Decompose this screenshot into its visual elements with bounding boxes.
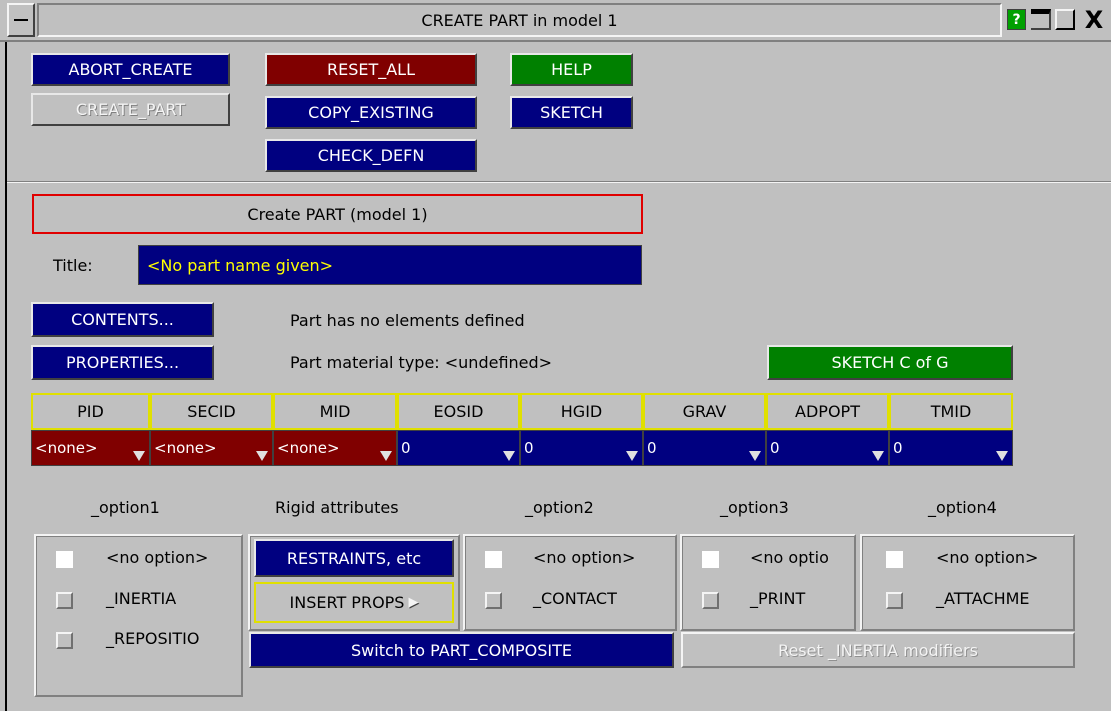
dropdown-arrow-icon [626, 451, 638, 461]
insert-props-label: INSERT PROPS [289, 593, 405, 612]
mid-select[interactable]: <none> [273, 430, 397, 466]
title-bar[interactable]: CREATE PART in model 1 ? X [0, 0, 1111, 42]
option3-print-checkbox[interactable] [702, 592, 719, 609]
field-header-tmid: TMID [889, 393, 1013, 430]
field-header-hgid: HGID [520, 393, 643, 430]
create-part-button[interactable]: CREATE_PART [31, 93, 230, 126]
option1-reposition-label: _REPOSITIO [106, 629, 200, 648]
mid-value: <none> [277, 439, 340, 457]
menu-dash-icon [14, 19, 28, 21]
field-header-grav: GRAV [643, 393, 766, 430]
tmid-select[interactable]: 0 [889, 430, 1013, 466]
check-defn-button[interactable]: CHECK_DEFN [265, 139, 477, 172]
field-header-mid: MID [273, 393, 397, 430]
option1-inertia-label: _INERTIA [106, 589, 177, 608]
dropdown-arrow-icon [872, 451, 884, 461]
option3-no-option-checkbox[interactable] [702, 551, 719, 568]
window-menu-button[interactable] [7, 3, 35, 37]
toolbar-separator [7, 181, 1111, 183]
close-icon[interactable]: X [1080, 6, 1108, 34]
dropdown-arrow-icon [996, 451, 1008, 461]
secid-select[interactable]: <none> [150, 430, 273, 466]
field-header-pid: PID [31, 393, 150, 430]
option2-no-option-checkbox[interactable] [485, 551, 502, 568]
field-header-secid: SECID [150, 393, 273, 430]
dropdown-arrow-icon [749, 451, 761, 461]
part-header-box: Create PART (model 1) [32, 194, 643, 234]
field-header-eosid: EOSID [397, 393, 520, 430]
option1-group: <no option> _INERTIA _REPOSITIO [34, 534, 243, 697]
option3-print-label: _PRINT [750, 589, 806, 608]
sketch-button[interactable]: SKETCH [510, 96, 633, 129]
adpopt-select[interactable]: 0 [766, 430, 889, 466]
option2-heading: _option2 [525, 498, 594, 517]
option1-heading: _option1 [91, 498, 160, 517]
option4-heading: _option4 [928, 498, 997, 517]
option4-attachment-label: _ATTACHME [936, 589, 1030, 608]
option3-no-option-label: <no optio [750, 548, 829, 567]
title-input[interactable]: <No part name given> [138, 245, 642, 285]
pid-value: <none> [35, 439, 98, 457]
reset-all-button[interactable]: RESET_ALL [265, 53, 477, 86]
reset-inertia-label: Reset _INERTIA modifiers [778, 640, 978, 660]
title-field: CREATE PART in model 1 [37, 3, 1002, 37]
pid-select[interactable]: <none> [31, 430, 150, 466]
eosid-select[interactable]: 0 [397, 430, 520, 466]
abort-create-button[interactable]: ABORT_CREATE [31, 53, 230, 86]
option2-no-option-label: <no option> [533, 548, 636, 567]
part-header-text: Create PART (model 1) [247, 204, 428, 224]
dropdown-arrow-icon [256, 451, 268, 461]
grav-value: 0 [647, 439, 657, 457]
grav-select[interactable]: 0 [643, 430, 766, 466]
option4-no-option-checkbox[interactable] [886, 551, 903, 568]
secid-value: <none> [154, 439, 217, 457]
option4-group: <no option> _ATTACHME [860, 534, 1075, 631]
option1-reposition-checkbox[interactable] [56, 632, 73, 649]
eosid-value: 0 [401, 439, 411, 457]
minimize-icon[interactable] [1031, 9, 1051, 30]
field-header-adpopt: ADPOPT [766, 393, 889, 430]
option2-contact-label: _CONTACT [533, 589, 617, 608]
option1-no-option-label: <no option> [106, 548, 209, 567]
restraints-button[interactable]: RESTRAINTS, etc [254, 539, 454, 577]
reset-inertia-button: Reset _INERTIA modifiers [681, 632, 1075, 668]
option1-inertia-checkbox[interactable] [56, 592, 73, 609]
dropdown-arrow-icon [503, 451, 515, 461]
window-left-border [5, 42, 7, 711]
dropdown-arrow-icon [133, 451, 145, 461]
window-title: CREATE PART in model 1 [421, 10, 618, 30]
contents-status: Part has no elements defined [290, 311, 525, 330]
adpopt-value: 0 [770, 439, 780, 457]
help-question-icon[interactable]: ? [1007, 9, 1026, 30]
option3-group: <no optio _PRINT [680, 534, 856, 631]
sketch-cog-button[interactable]: SKETCH C of G [767, 345, 1013, 380]
option2-group: <no option> _CONTACT [463, 534, 677, 631]
option4-attachment-checkbox[interactable] [886, 592, 903, 609]
insert-props-button[interactable]: INSERT PROPS ▶ [254, 582, 454, 623]
switch-composite-button[interactable]: Switch to PART_COMPOSITE [249, 632, 674, 668]
title-label: Title: [53, 256, 93, 275]
option3-heading: _option3 [720, 498, 789, 517]
option1-no-option-checkbox[interactable] [56, 551, 73, 568]
dropdown-arrow-icon [380, 451, 392, 461]
option4-no-option-label: <no option> [936, 548, 1039, 567]
title-input-value: <No part name given> [147, 255, 334, 275]
flag-arrow-icon: ▶ [408, 595, 419, 610]
rigid-heading: Rigid attributes [275, 498, 399, 517]
hgid-select[interactable]: 0 [520, 430, 643, 466]
properties-button[interactable]: PROPERTIES... [31, 345, 214, 380]
tmid-value: 0 [893, 439, 903, 457]
maximize-icon[interactable] [1055, 9, 1075, 30]
contents-button[interactable]: CONTENTS... [31, 302, 214, 337]
option2-contact-checkbox[interactable] [485, 592, 502, 609]
copy-existing-button[interactable]: COPY_EXISTING [265, 96, 477, 129]
hgid-value: 0 [524, 439, 534, 457]
help-button[interactable]: HELP [510, 53, 633, 86]
material-status: Part material type: <undefined> [290, 353, 553, 372]
